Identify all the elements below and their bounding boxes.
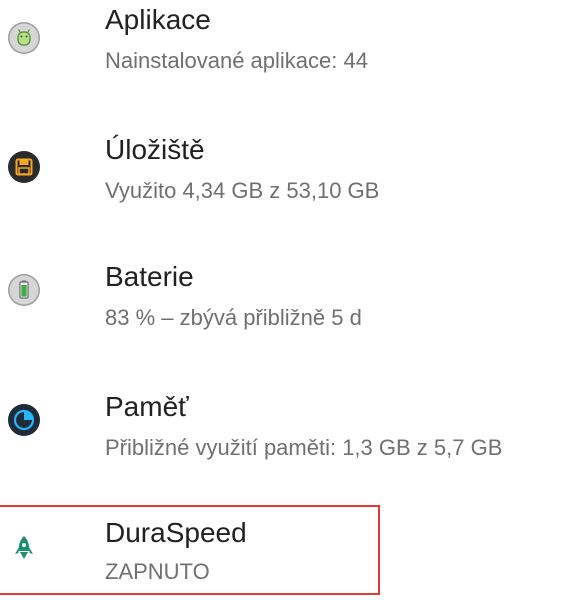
settings-item-title: Úložiště	[105, 134, 205, 165]
settings-item-battery[interactable]: Baterie 83 % – zbývá přibližně 5 d	[0, 240, 579, 360]
settings-item-title: DuraSpeed	[105, 517, 247, 548]
settings-item-summary: Využito 4,34 GB z 53,10 GB	[105, 178, 380, 203]
settings-item-duraspeed[interactable]: DuraSpeed ZAPNUTO	[0, 480, 579, 600]
settings-item-title: Paměť	[105, 391, 189, 422]
rocket-icon	[7, 533, 41, 567]
settings-item-title: Baterie	[105, 261, 194, 292]
settings-item-memory[interactable]: Paměť Přibližné využití paměti: 1,3 GB z…	[0, 360, 579, 480]
settings-list: Aplikace Nainstalované aplikace: 44 Úlož…	[0, 0, 579, 595]
settings-item-summary: Přibližné využití paměti: 1,3 GB z 5,7 G…	[105, 435, 503, 460]
settings-item-storage[interactable]: Úložiště Využito 4,34 GB z 53,10 GB	[0, 120, 579, 240]
settings-item-title: Aplikace	[105, 4, 211, 35]
settings-item-summary: Nainstalované aplikace: 44	[105, 48, 368, 73]
android-apps-icon	[7, 21, 41, 55]
battery-icon	[7, 273, 41, 307]
memory-icon	[7, 403, 41, 437]
settings-item-summary: 83 % – zbývá přibližně 5 d	[105, 305, 362, 330]
storage-icon	[7, 150, 41, 184]
settings-item-apps[interactable]: Aplikace Nainstalované aplikace: 44	[0, 0, 579, 120]
